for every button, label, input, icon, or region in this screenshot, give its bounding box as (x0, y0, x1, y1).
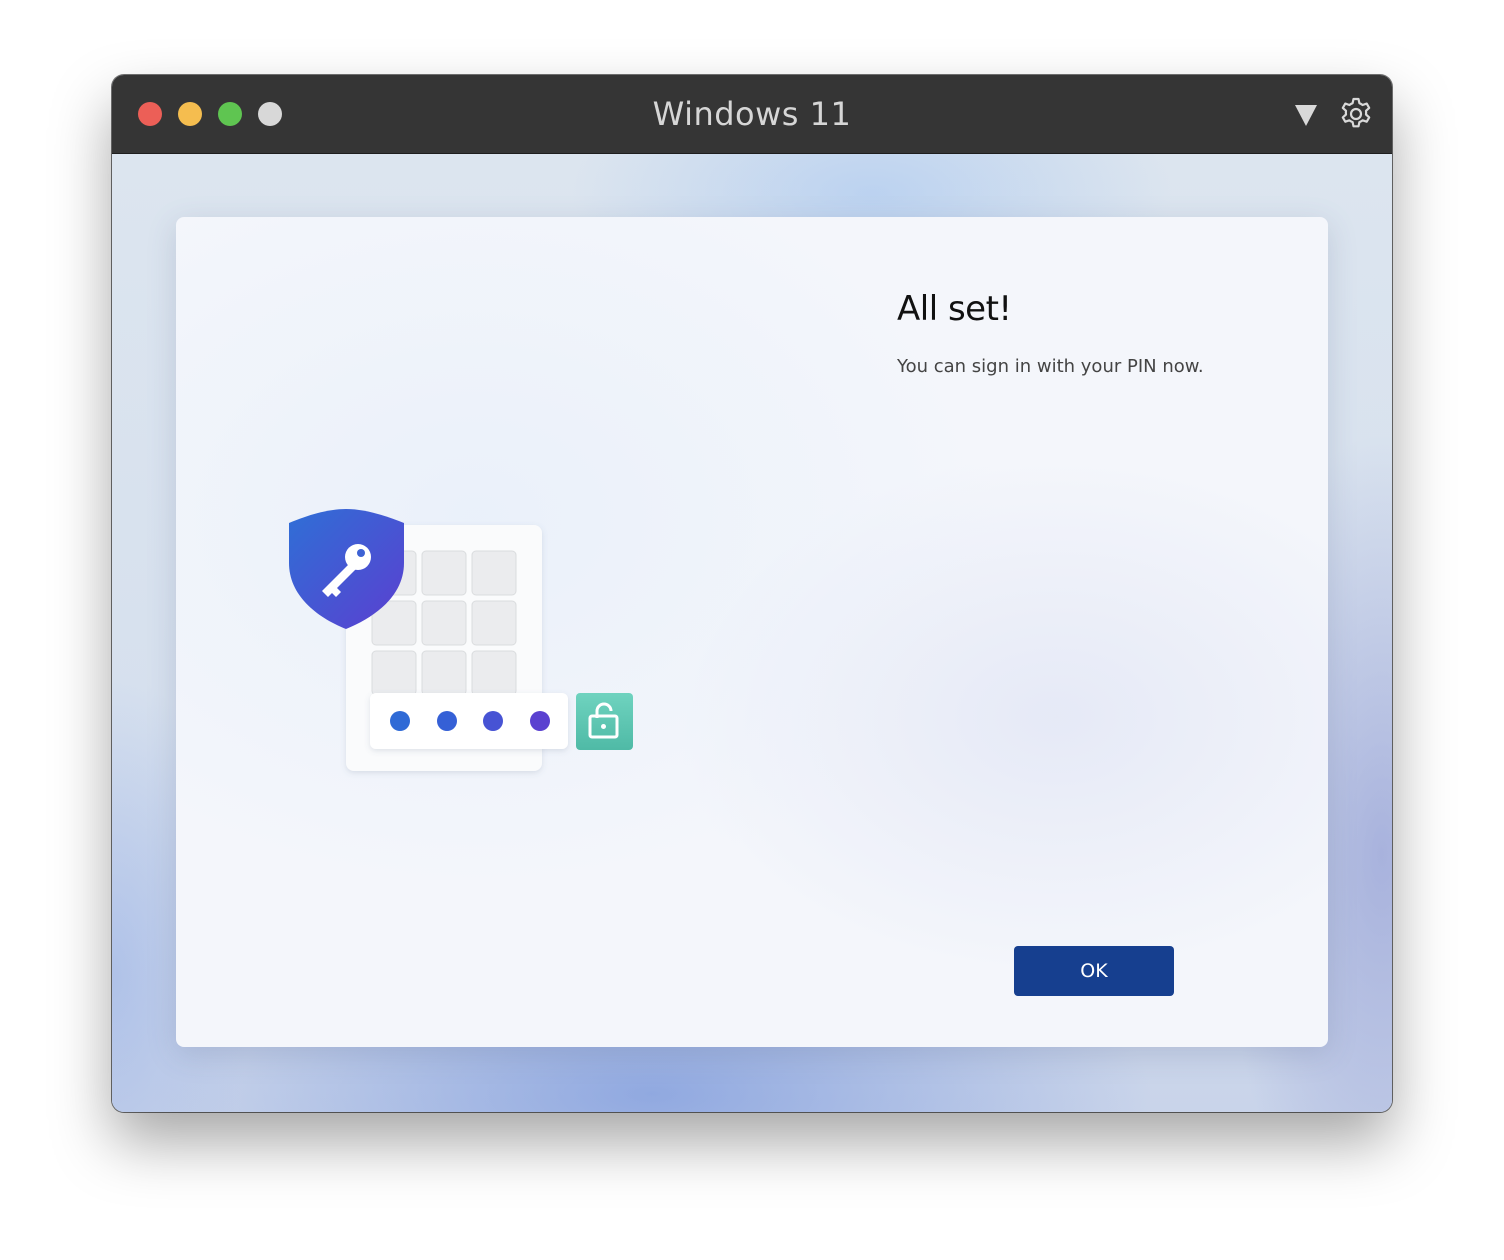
ok-button[interactable]: OK (1014, 946, 1174, 996)
vm-window: Windows 11 All set! You can sign in with… (112, 75, 1392, 1112)
window-title: Windows 11 (652, 95, 852, 133)
title-bar[interactable]: Windows 11 (112, 75, 1392, 154)
setup-dialog: All set! You can sign in with your PIN n… (176, 217, 1328, 1047)
dropdown-triangle-icon[interactable] (1293, 102, 1319, 128)
pin-illustration (289, 509, 633, 771)
setup-message: You can sign in with your PIN now. (897, 356, 1204, 377)
unlock-padlock-icon (576, 693, 633, 750)
page-title: All set! (897, 289, 1012, 329)
gear-icon[interactable] (1338, 96, 1374, 132)
pin-dots (370, 693, 568, 749)
desktop-background: All set! You can sign in with your PIN n… (112, 154, 1392, 1112)
